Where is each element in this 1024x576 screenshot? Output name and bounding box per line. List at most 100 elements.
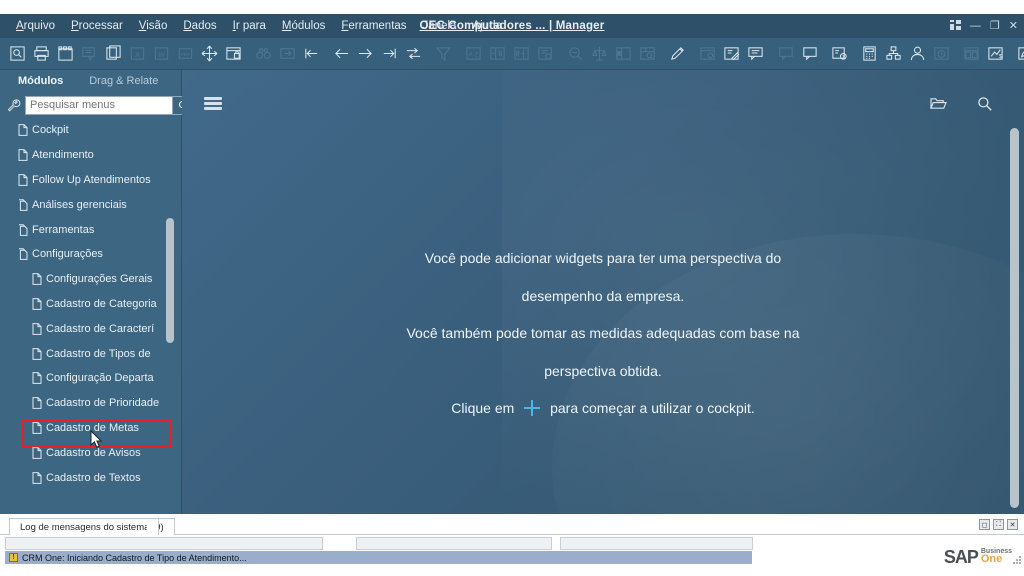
module-icon [28, 298, 46, 310]
modules-tree: Cockpit Atendimento Follow Up Atendimentos… [0, 118, 182, 514]
sidebar-item-cadastro-de-categoria[interactable]: Cadastro de Categoria [0, 292, 182, 317]
search-input[interactable] [26, 96, 172, 114]
toggle-view-icon[interactable] [402, 43, 424, 65]
sidebar-item-cockpit[interactable]: Cockpit [0, 118, 182, 143]
menu-arquivo[interactable]: Arquivo [8, 18, 63, 34]
excel-icon: X [126, 43, 148, 65]
sidebar-item-configura-es[interactable]: Configurações [0, 242, 182, 267]
first-record-icon[interactable] [300, 43, 322, 65]
sidebar-item-label: Configuração Departa [46, 372, 154, 385]
sidebar-item-label: Atendimento [32, 149, 94, 162]
svg-text:1: 1 [841, 54, 844, 60]
menu-dados[interactable]: Dados [175, 18, 224, 34]
sidebar-item-cadastro-de-textos[interactable]: Cadastro de Textos [0, 465, 182, 490]
menu-ferramentas[interactable]: Ferramentas [333, 18, 414, 34]
pane-controls: ◻ ⛶ ✕ [979, 519, 1018, 530]
menu-bar: Arquivo Processar Visão Dados Ir para Mó… [0, 14, 510, 38]
hamburger-icon[interactable] [204, 97, 222, 110]
previous-record-icon[interactable] [330, 43, 352, 65]
brand-line-one: One [980, 553, 1003, 565]
balance-icon [588, 43, 610, 65]
sidebar-tab-drag-relate[interactable]: Drag & Relate [89, 75, 158, 87]
module-icon [28, 446, 46, 459]
sidebar-item-configura-o-departa[interactable]: Configuração Departa [0, 366, 182, 391]
calculator-icon[interactable] [858, 43, 880, 65]
sidebar-tab-modulos[interactable]: Módulos [18, 75, 63, 87]
menu-ir-para[interactable]: Ir para [225, 18, 274, 34]
sidebar-item-ferramentas[interactable]: Ferramentas [0, 217, 182, 242]
grid-icon[interactable] [949, 19, 961, 33]
document-info-icon [534, 43, 556, 65]
export-icon[interactable] [102, 43, 124, 65]
menu-processar[interactable]: Processar [63, 18, 131, 34]
restore-icon[interactable]: ❐ [990, 20, 1000, 32]
notes-icon[interactable] [1014, 43, 1024, 65]
next-record-arrow-icon[interactable] [354, 43, 376, 65]
sidebar-item-cadastro-de-caracter[interactable]: Cadastro de Caracterí [0, 316, 182, 341]
status-field-3[interactable] [560, 537, 753, 550]
sidebar-search-row [0, 92, 195, 118]
last-record-icon[interactable] [378, 43, 400, 65]
sales-opportunity-icon[interactable]: $ [984, 43, 1006, 65]
alerts-icon[interactable] [798, 43, 820, 65]
status-area: Log de mensagens do sistema (9) ◻ ⛶ ✕ ! … [0, 514, 1024, 576]
messages-icon[interactable] [744, 43, 766, 65]
sidebar-item-label: Follow Up Atendimentos [32, 173, 151, 186]
split-view-icon [612, 43, 634, 65]
pane-maximize-icon[interactable]: ⛶ [993, 519, 1004, 530]
sidebar-item-label: Configurações [32, 248, 103, 261]
sidebar-scrollbar-thumb[interactable] [166, 218, 174, 343]
lock-screen-icon[interactable] [222, 43, 244, 65]
module-icon [28, 347, 46, 360]
folder-icon [14, 223, 32, 236]
svg-text:X: X [134, 50, 139, 59]
resize-grip-icon[interactable] [1013, 556, 1022, 565]
move-icon[interactable] [198, 43, 220, 65]
sidebar-item-cadastro-de-prioridade[interactable]: Cadastro de Prioridade [0, 391, 182, 416]
wrench-icon[interactable] [6, 95, 21, 115]
svg-text:W: W [158, 52, 165, 59]
sidebar-item-an-lises-gerenciais[interactable]: Análises gerenciais [0, 192, 182, 217]
user-defined-fields-icon[interactable] [720, 43, 742, 65]
binoculars-icon [252, 43, 274, 65]
organization-chart-icon[interactable] [882, 43, 904, 65]
status-bar-message[interactable]: ! CRM One: Iniciando Cadastro de Tipo de… [5, 551, 752, 564]
sidebar-item-configura-es-gerais[interactable]: Configurações Gerais [0, 267, 182, 292]
find-icon[interactable] [6, 43, 28, 65]
drag-relate-icon[interactable]: 1 [828, 43, 850, 65]
close-icon[interactable]: ✕ [1009, 20, 1018, 32]
sidebar-item-atendimento[interactable]: Atendimento [0, 143, 182, 168]
status-message-row: ! CRM One: Iniciando Cadastro de Tipo de… [0, 551, 1024, 564]
cockpit-line-3: Você também pode tomar as medidas adequa… [406, 325, 800, 341]
plus-icon[interactable] [524, 400, 541, 416]
print-preview-icon[interactable] [54, 43, 76, 65]
status-field-1[interactable] [5, 537, 323, 550]
cockpit-header [182, 70, 1024, 112]
sidebar-item-label: Cadastro de Textos [46, 471, 141, 484]
user-icon[interactable] [906, 43, 928, 65]
module-icon [28, 471, 46, 484]
cockpit-search-icon[interactable] [977, 96, 993, 117]
cockpit-line-1: Você pode adicionar widgets para ter uma… [424, 250, 782, 266]
minimize-icon[interactable]: — [970, 20, 981, 32]
sidebar-item-label: Cockpit [32, 124, 69, 137]
cockpit-scrollbar-thumb[interactable] [1010, 128, 1019, 508]
module-icon [14, 174, 32, 186]
menu-visao[interactable]: Visão [131, 18, 176, 34]
pane-restore-icon[interactable]: ◻ [979, 519, 990, 530]
edit-pencil-icon[interactable] [666, 43, 688, 65]
sidebar-item-cadastro-de-tipos-de[interactable]: Cadastro de Tipos de [0, 341, 182, 366]
menu-ajuda[interactable]: Ajuda [464, 18, 509, 34]
add-row-icon [486, 43, 508, 65]
filter-icon [432, 43, 454, 65]
sidebar-item-follow-up-atendimentos[interactable]: Follow Up Atendimentos [0, 168, 182, 193]
status-field-2[interactable] [356, 537, 552, 550]
folder-icon [14, 248, 32, 261]
menu-modulos[interactable]: Módulos [274, 18, 333, 34]
print-icon[interactable] [30, 43, 52, 65]
folder-open-icon[interactable] [930, 96, 947, 116]
pane-close-icon[interactable]: ✕ [1007, 519, 1018, 530]
sidebar-item-label: Análises gerenciais [32, 198, 127, 211]
menu-janela[interactable]: Janela [415, 18, 465, 34]
cockpit-area: Você pode adicionar widgets para ter uma… [182, 70, 1024, 514]
